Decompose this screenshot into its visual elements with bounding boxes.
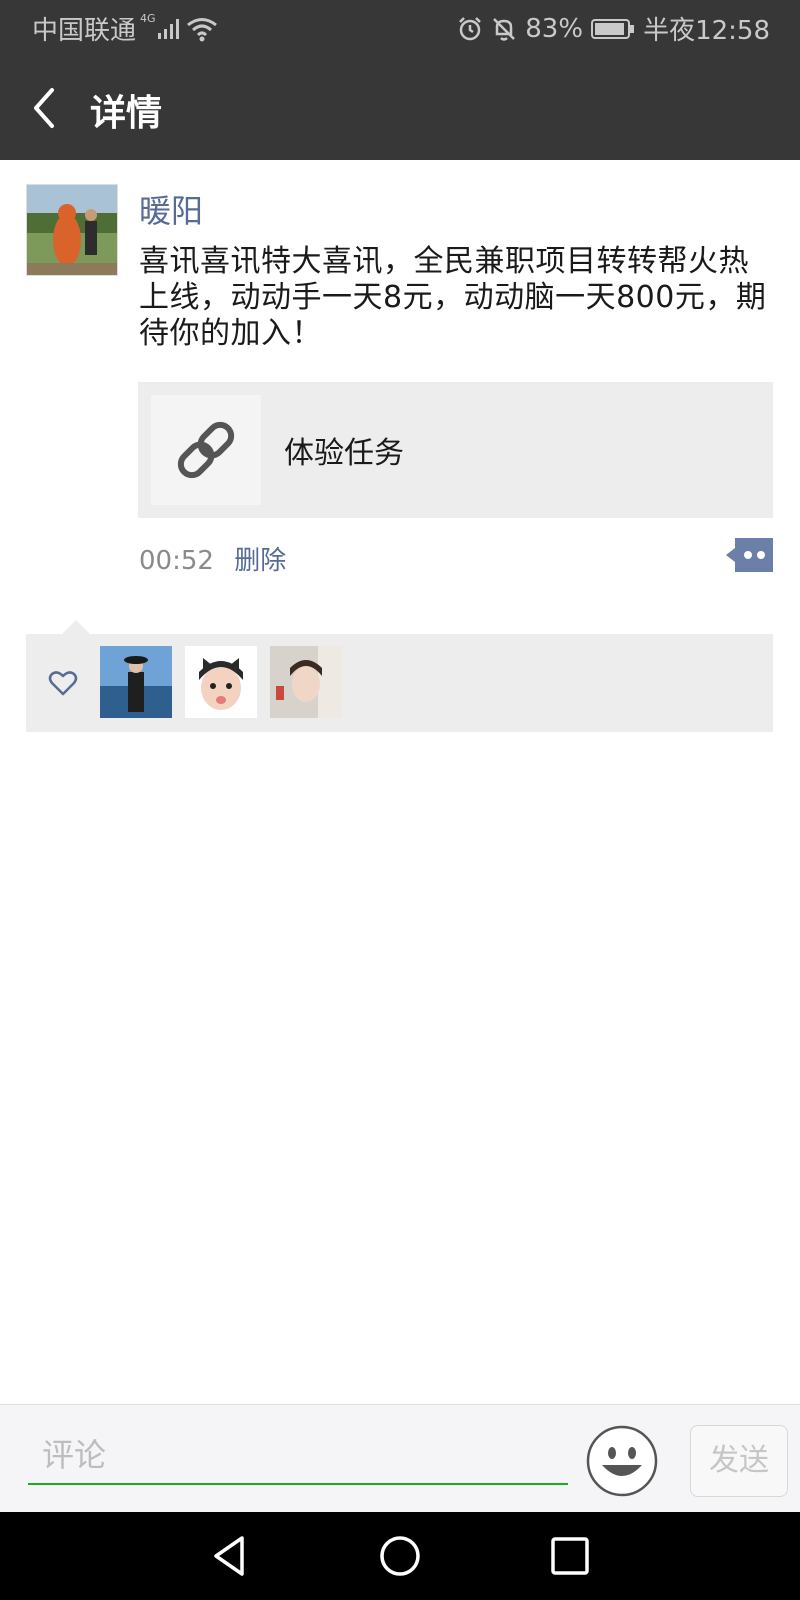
mute-bell-icon — [493, 17, 516, 41]
smiley-icon — [586, 1425, 658, 1497]
likes-panel — [26, 620, 773, 732]
comment-menu-icon — [726, 538, 773, 572]
carrier-label: 中国联通 — [32, 16, 137, 46]
link-icon — [177, 421, 235, 479]
link-title: 体验任务 — [284, 436, 404, 471]
author-avatar[interactable] — [26, 184, 118, 276]
likes-pointer — [62, 620, 90, 634]
comment-bar: 发送 — [0, 1404, 800, 1513]
title-bar: 详情 — [0, 56, 800, 160]
triangle-back-icon — [214, 1536, 244, 1576]
liker-avatar[interactable] — [270, 646, 342, 718]
signal-icon — [157, 18, 179, 39]
circle-home-icon — [380, 1536, 420, 1576]
network-type: 4G — [140, 12, 156, 25]
author-name[interactable]: 暖阳 — [139, 186, 203, 232]
battery-icon — [591, 18, 635, 39]
liker-avatar[interactable] — [185, 646, 257, 718]
shared-link-card[interactable]: 体验任务 — [138, 382, 773, 518]
link-thumbnail — [151, 395, 261, 505]
more-actions-button[interactable] — [726, 538, 773, 572]
page-title: 详情 — [90, 93, 163, 134]
nav-recents-button[interactable] — [544, 1530, 596, 1582]
square-recents-icon — [551, 1537, 589, 1575]
delete-button[interactable]: 删除 — [234, 546, 286, 576]
status-bar: 中国联通 4G 83% 半夜12:58 — [0, 0, 800, 56]
wifi-icon — [186, 17, 217, 41]
nav-home-button[interactable] — [374, 1530, 426, 1582]
heart-icon — [48, 671, 78, 696]
comment-input[interactable] — [28, 1427, 568, 1485]
back-button[interactable] — [22, 78, 82, 138]
battery-percent: 83% — [525, 13, 584, 44]
send-button[interactable]: 发送 — [690, 1425, 788, 1497]
nav-back-button[interactable] — [204, 1530, 256, 1582]
post-meta: 00:52 删除 — [139, 540, 286, 577]
clock: 半夜12:58 — [643, 16, 770, 46]
post-time: 00:52 — [139, 546, 214, 576]
post-text: 喜讯喜讯特大喜讯，全民兼职项目转转帮火热上线，动动手一天8元，动动脑一天800元… — [139, 244, 767, 351]
avatar-image — [27, 185, 117, 275]
alarm-icon — [459, 16, 482, 40]
system-nav-bar — [0, 1512, 800, 1600]
liker-avatar[interactable] — [100, 646, 172, 718]
emoji-button[interactable] — [586, 1425, 658, 1497]
back-arrow-icon — [34, 88, 54, 128]
